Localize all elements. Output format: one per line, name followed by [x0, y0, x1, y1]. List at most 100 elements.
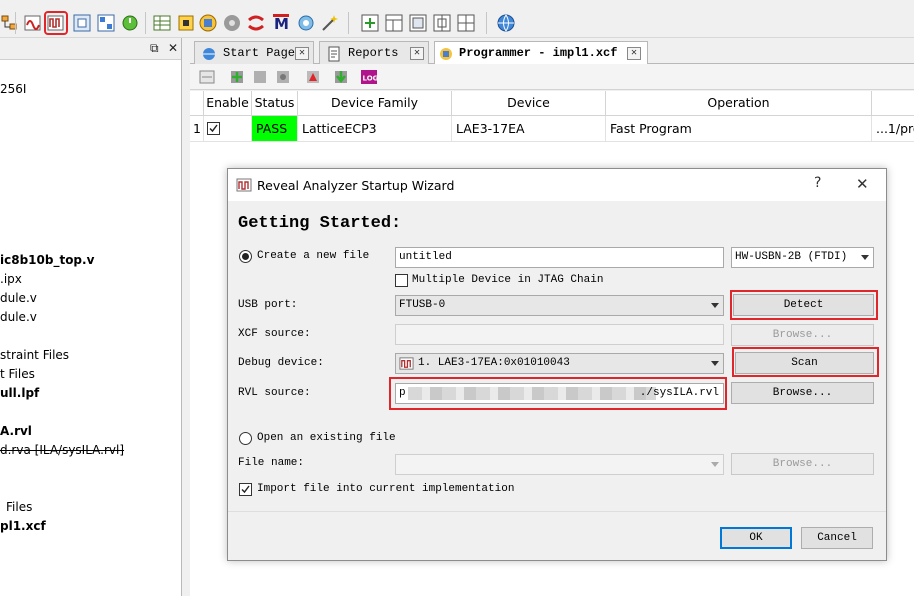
- list-item[interactable]: .ipx: [0, 272, 22, 286]
- status-cell: PASS: [252, 116, 298, 142]
- device-family-cell[interactable]: LatticeECP3: [298, 116, 452, 142]
- device-cell[interactable]: LAE3-17EA: [452, 116, 606, 142]
- new-file-name-input[interactable]: untitled: [395, 247, 724, 268]
- ip-express-icon[interactable]: [176, 13, 196, 33]
- reveal-analyzer-wizard-dialog: Reveal Analyzer Startup Wizard ? ✕ Getti…: [227, 168, 887, 561]
- scan-chain-icon[interactable]: [198, 68, 216, 86]
- existing-file-select[interactable]: [395, 454, 724, 475]
- start-page-icon: [203, 48, 215, 60]
- multiple-device-checkbox[interactable]: [395, 274, 408, 287]
- import-file-label: Import file into current implementation: [257, 483, 515, 495]
- spreadsheet-icon[interactable]: [152, 13, 172, 33]
- column-header-enable[interactable]: Enable: [204, 91, 252, 116]
- row-index: 1: [190, 116, 204, 142]
- list-item[interactable]: ull.lpf: [0, 386, 39, 400]
- synplify-icon[interactable]: [296, 13, 316, 33]
- list-item[interactable]: 256I: [0, 82, 26, 96]
- add-device-icon[interactable]: [228, 68, 246, 86]
- main-toolbar: M: [0, 0, 914, 38]
- close-panel-icon[interactable]: ✕: [168, 41, 178, 55]
- cable-settings-icon[interactable]: [304, 68, 322, 86]
- cascade-window-icon[interactable]: [432, 13, 452, 33]
- floorplan-icon[interactable]: [96, 13, 116, 33]
- rvl-source-label: RVL source:: [238, 387, 311, 399]
- cable-select[interactable]: HW-USBN-2B (FTDI): [731, 247, 874, 268]
- dialog-title: Reveal Analyzer Startup Wizard: [257, 178, 455, 193]
- debug-device-value: 1. LAE3-17EA:0x01010043: [418, 357, 570, 369]
- remove-device-icon[interactable]: [251, 68, 269, 86]
- tab-programmer[interactable]: Programmer - impl1.xcf ✕: [434, 41, 648, 65]
- enable-checkbox-cell[interactable]: [204, 116, 252, 142]
- svg-text:LOG: LOG: [363, 75, 379, 83]
- scan-highlight: [732, 347, 879, 377]
- deployment-tool-icon[interactable]: [222, 13, 242, 33]
- dialog-divider: [228, 511, 886, 512]
- file-cell[interactable]: ...1/pro: [872, 116, 914, 142]
- rvl-source-highlight: [389, 377, 727, 410]
- open-existing-radio[interactable]: [239, 432, 252, 445]
- open-existing-label: Open an existing file: [257, 432, 396, 444]
- programmer-icon[interactable]: [198, 13, 218, 33]
- existing-browse-button[interactable]: Browse...: [731, 453, 874, 475]
- close-tab-icon[interactable]: ✕: [410, 47, 424, 60]
- create-new-label: Create a new file: [257, 250, 370, 262]
- create-new-radio[interactable]: [239, 250, 252, 263]
- list-item[interactable]: dule.v: [0, 310, 37, 324]
- enable-checkbox[interactable]: [207, 122, 220, 135]
- import-file-checkbox[interactable]: [239, 483, 252, 496]
- programmer-icon: [440, 48, 452, 60]
- help-button[interactable]: ?: [814, 175, 821, 191]
- tile-window-icon[interactable]: [384, 13, 404, 33]
- operation-cell[interactable]: Fast Program: [606, 116, 872, 142]
- list-item[interactable]: straint Files: [0, 348, 69, 362]
- log-icon[interactable]: LOG: [360, 68, 378, 86]
- tab-label: Start Page: [223, 46, 296, 60]
- debug-device-select[interactable]: 1. LAE3-17EA:0x01010043: [395, 353, 724, 374]
- close-tab-icon[interactable]: ✕: [295, 47, 309, 60]
- reveal-analyzer-icon: [236, 178, 252, 192]
- netlist-view-icon[interactable]: [72, 13, 92, 33]
- rvl-browse-button[interactable]: Browse...: [731, 382, 874, 404]
- power-calculator-icon[interactable]: [120, 13, 140, 33]
- program-icon[interactable]: [332, 68, 350, 86]
- column-header-file[interactable]: [872, 91, 914, 116]
- xcf-browse-button[interactable]: Browse...: [731, 324, 874, 346]
- xcf-source-input[interactable]: [395, 324, 724, 345]
- split-window-icon[interactable]: [408, 13, 428, 33]
- hierarchy-icon[interactable]: [0, 13, 20, 33]
- list-item[interactable]: pl1.xcf: [0, 519, 46, 533]
- reveal-inserter-icon[interactable]: [23, 13, 43, 33]
- float-panel-icon[interactable]: ⧉: [150, 41, 159, 56]
- cancel-button[interactable]: Cancel: [801, 527, 873, 549]
- simulation-wizard-icon[interactable]: [246, 13, 266, 33]
- list-item[interactable]: ic8b10b_top.v: [0, 253, 94, 267]
- group-window-icon[interactable]: [456, 13, 476, 33]
- programmer-toolbar: LOG: [190, 64, 914, 90]
- list-item[interactable]: t Files: [0, 367, 35, 381]
- chevron-down-icon: [711, 361, 719, 366]
- device-properties-icon[interactable]: [274, 68, 292, 86]
- model300-icon[interactable]: M: [271, 13, 291, 33]
- list-item[interactable]: dule.v: [0, 291, 37, 305]
- document-tabs: Start Page ✕ Reports ✕ Programmer - impl…: [190, 38, 914, 65]
- column-header-device-family[interactable]: Device Family: [298, 91, 452, 116]
- web-globe-icon[interactable]: [496, 13, 516, 33]
- reveal-analyzer-icon[interactable]: [44, 11, 68, 35]
- tab-start-page[interactable]: Start Page ✕: [194, 41, 314, 64]
- list-item[interactable]: Files: [6, 500, 32, 514]
- column-header-operation[interactable]: Operation: [606, 91, 872, 116]
- new-window-icon[interactable]: [360, 13, 380, 33]
- ok-button[interactable]: OK: [720, 527, 792, 549]
- close-tab-icon[interactable]: ✕: [627, 47, 641, 60]
- list-item[interactable]: A.rvl: [0, 424, 32, 438]
- usb-port-value: FTUSB-0: [399, 299, 446, 311]
- row-header-column: [190, 91, 204, 116]
- chevron-down-icon: [861, 255, 869, 260]
- column-header-device[interactable]: Device: [452, 91, 606, 116]
- wand-icon[interactable]: [320, 13, 340, 33]
- list-item[interactable]: d.rva [ILA/sysILA.rvl]: [0, 443, 124, 457]
- tab-reports[interactable]: Reports ✕: [319, 41, 429, 64]
- usb-port-select[interactable]: FTUSB-0: [395, 295, 724, 316]
- column-header-status[interactable]: Status: [252, 91, 298, 116]
- close-dialog-button[interactable]: ✕: [856, 175, 869, 193]
